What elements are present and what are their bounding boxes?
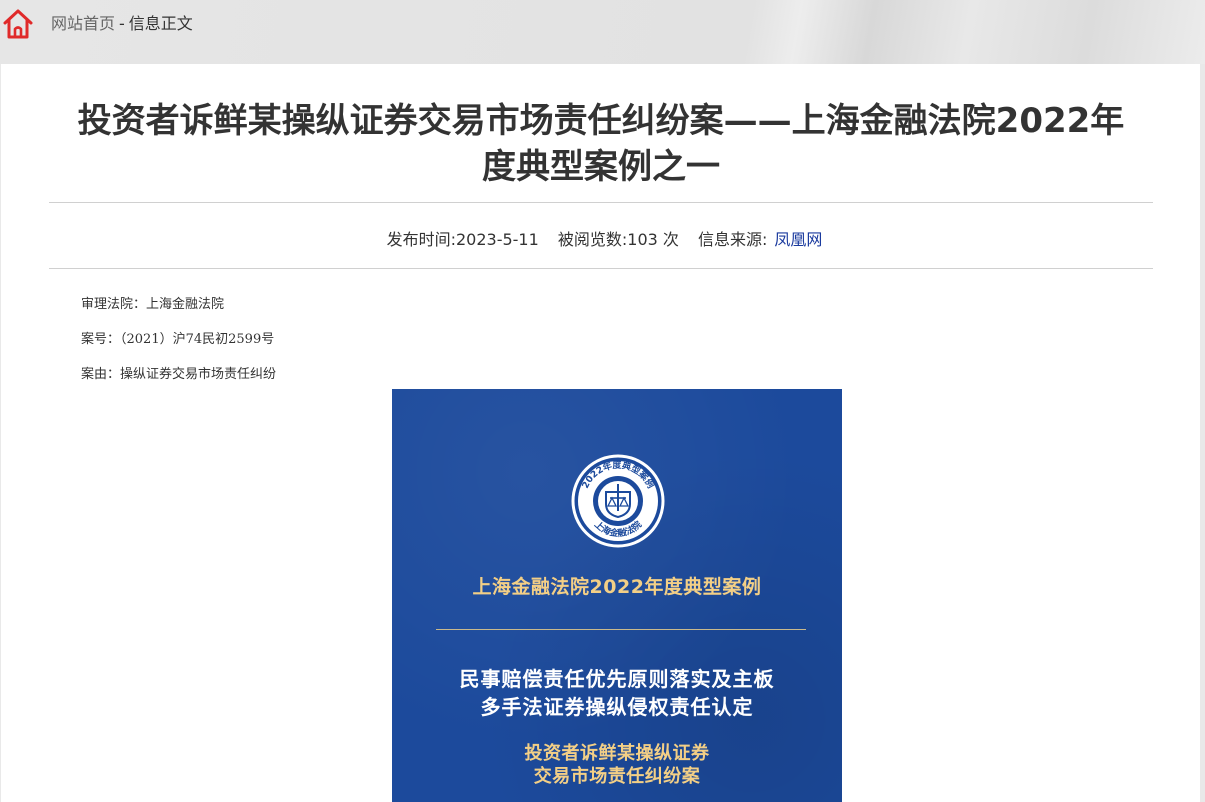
breadcrumb-home-link[interactable]: 网站首页: [51, 14, 115, 33]
article-title: 投资者诉鲜某操纵证券交易市场责任纠纷案——上海金融法院2022年 度典型案例之一: [49, 98, 1153, 190]
breadcrumb: 网站首页 - 信息正文: [51, 14, 193, 34]
top-bar: 网站首页 - 信息正文: [0, 0, 1205, 64]
breadcrumb-separator: -: [119, 14, 125, 33]
poster-case-line2: 交易市场责任纠纷案: [533, 766, 701, 787]
publish-date: 发布时间:2023-5-11: [386, 230, 539, 249]
breadcrumb-current: 信息正文: [128, 14, 193, 33]
poster-divider: [436, 629, 806, 630]
meta-divider: [49, 268, 1153, 269]
case-poster-image: 2022年度典型案例 上海金融法院 上海金融法院2022年度典型案例 民事赔偿责…: [392, 389, 842, 802]
view-count: 被阅览数:103 次: [557, 230, 679, 249]
case-number: 案号：（2021）沪74民初2599号: [81, 332, 275, 347]
article-meta: 发布时间:2023-5-11 被阅览数:103 次 信息来源: 凤凰网: [49, 226, 1153, 250]
article-title-line2: 度典型案例之一: [482, 147, 720, 187]
article-card: 投资者诉鲜某操纵证券交易市场责任纠纷案——上海金融法院2022年 度典型案例之一…: [1, 64, 1200, 802]
source-label: 信息来源:: [698, 230, 768, 249]
title-divider: [49, 202, 1153, 203]
poster-subtitle-line1: 民事赔偿责任优先原则落实及主板: [459, 667, 775, 691]
poster-title: 上海金融法院2022年度典型案例: [472, 576, 762, 598]
case-cause: 案由：操纵证券交易市场责任纠纷: [81, 367, 277, 382]
court-emblem-icon: 2022年度典型案例 上海金融法院: [571, 454, 665, 548]
home-icon[interactable]: [2, 8, 34, 40]
poster-subtitle-line2: 多手法证券操纵侵权责任认定: [480, 695, 754, 719]
source-link[interactable]: 凤凰网: [774, 230, 822, 249]
article-title-line1: 投资者诉鲜某操纵证券交易市场责任纠纷案——上海金融法院2022年: [77, 101, 1125, 141]
court-info: 审理法院：上海金融法院: [81, 297, 225, 312]
